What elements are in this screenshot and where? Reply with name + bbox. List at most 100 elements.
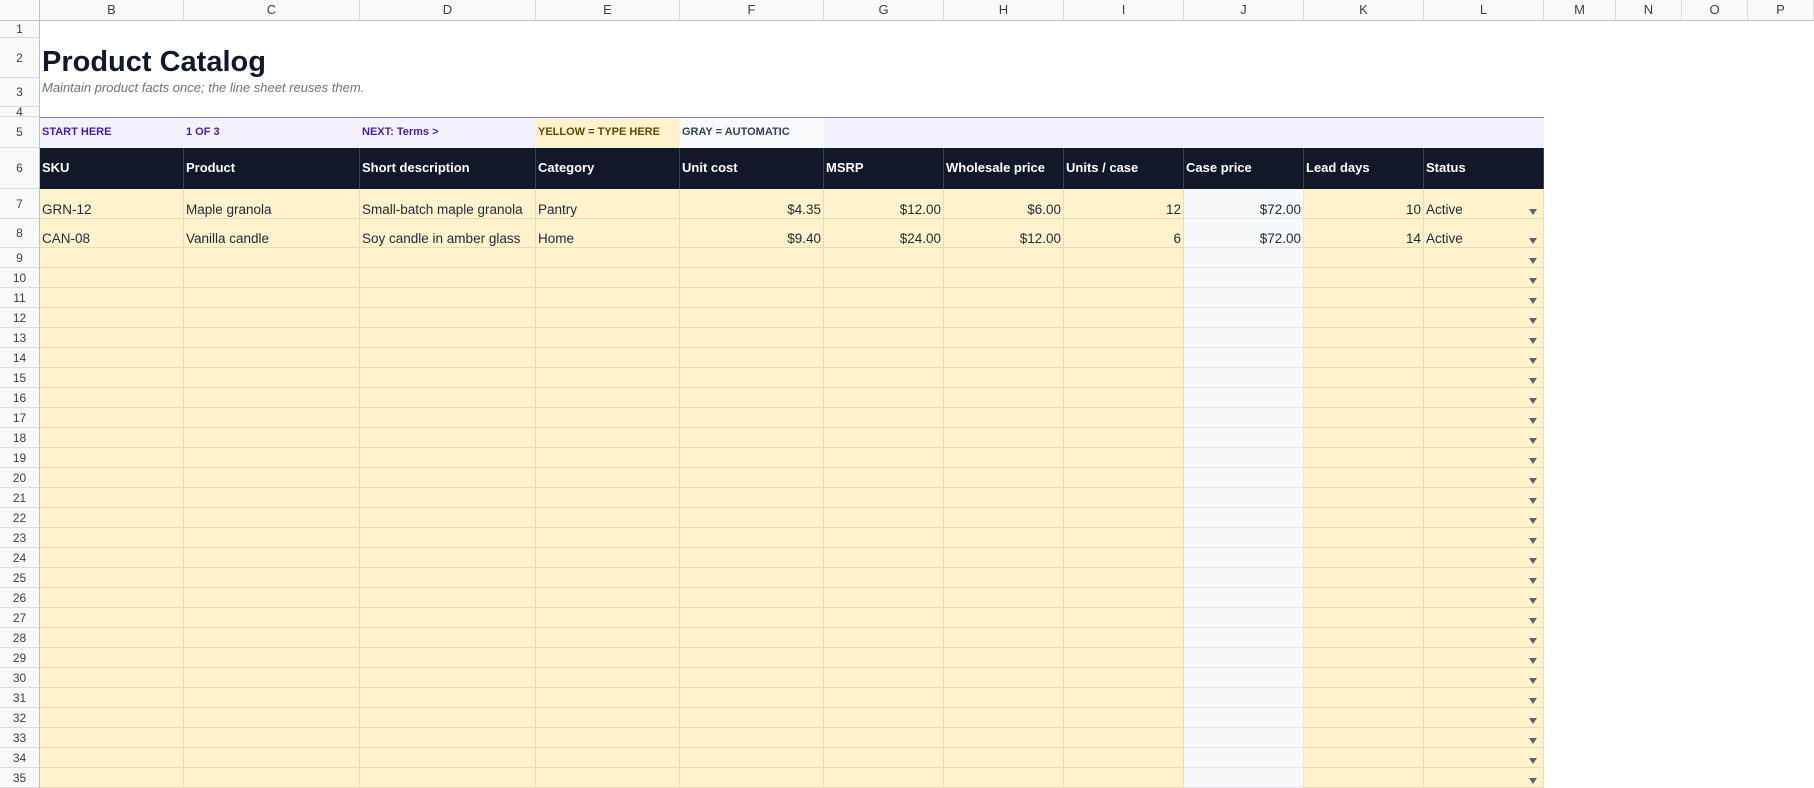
status-dropdown-arrow-icon[interactable] [1529,598,1537,604]
cell-unit-cost-row-32[interactable] [680,708,824,728]
cell-status-row-8[interactable]: Active [1424,219,1544,248]
column-header-d[interactable]: D [360,0,536,21]
cell-status-row-18[interactable] [1424,428,1544,448]
cell-product-row-32[interactable] [184,708,360,728]
cell-product-row-19[interactable] [184,448,360,468]
cell-wholesale-price-row-11[interactable] [944,288,1064,308]
status-dropdown-arrow-icon[interactable] [1529,538,1537,544]
cell-sku-row-9[interactable] [40,248,184,268]
cell-units-per-case-row-29[interactable] [1064,648,1184,668]
cell-msrp-row-29[interactable] [824,648,944,668]
cell-sku-row-8[interactable]: CAN-08 [40,219,184,248]
cell-unit-cost-row-30[interactable] [680,668,824,688]
cell-msrp-row-30[interactable] [824,668,944,688]
cell-wholesale-price-row-33[interactable] [944,728,1064,748]
cell-lead-days-row-7[interactable]: 10 [1304,189,1424,219]
status-dropdown-arrow-icon[interactable] [1529,618,1537,624]
cell-wholesale-price-row-23[interactable] [944,528,1064,548]
cell-product-row-23[interactable] [184,528,360,548]
cell-category-row-28[interactable] [536,628,680,648]
cell-wholesale-price-row-25[interactable] [944,568,1064,588]
cell-units-per-case-row-18[interactable] [1064,428,1184,448]
cell-wholesale-price-row-30[interactable] [944,668,1064,688]
cell-product-row-16[interactable] [184,388,360,408]
cell-category-row-33[interactable] [536,728,680,748]
cell-sku-row-17[interactable] [40,408,184,428]
cell-category-row-13[interactable] [536,328,680,348]
cell-status-row-17[interactable] [1424,408,1544,428]
cell-unit-cost-row-26[interactable] [680,588,824,608]
cell-units-per-case-row-22[interactable] [1064,508,1184,528]
cell-lead-days-row-25[interactable] [1304,568,1424,588]
cell-unit-cost-row-14[interactable] [680,348,824,368]
cell-unit-cost-row-28[interactable] [680,628,824,648]
cell-category-row-15[interactable] [536,368,680,388]
cell-msrp-row-34[interactable] [824,748,944,768]
column-header-f[interactable]: F [680,0,824,21]
cell-unit-cost-row-7[interactable]: $4.35 [680,189,824,219]
cell-units-per-case-row-31[interactable] [1064,688,1184,708]
cell-lead-days-row-13[interactable] [1304,328,1424,348]
status-dropdown-arrow-icon[interactable] [1529,478,1537,484]
cell-status-row-21[interactable] [1424,488,1544,508]
column-header-k[interactable]: K [1304,0,1424,21]
cell-sku-row-25[interactable] [40,568,184,588]
cell-lead-days-row-29[interactable] [1304,648,1424,668]
cell-product-row-17[interactable] [184,408,360,428]
cell-lead-days-row-12[interactable] [1304,308,1424,328]
cell-unit-cost-row-11[interactable] [680,288,824,308]
cell-wholesale-price-row-21[interactable] [944,488,1064,508]
cell-unit-cost-row-9[interactable] [680,248,824,268]
cell-short-description-row-8[interactable]: Soy candle in amber glass [360,219,536,248]
cell-product-row-21[interactable] [184,488,360,508]
cell-category-row-20[interactable] [536,468,680,488]
cell-status-row-25[interactable] [1424,568,1544,588]
cell-wholesale-price-row-20[interactable] [944,468,1064,488]
cell-status-row-14[interactable] [1424,348,1544,368]
cell-status-row-22[interactable] [1424,508,1544,528]
column-header-g[interactable]: G [824,0,944,21]
cell-unit-cost-row-31[interactable] [680,688,824,708]
cell-msrp-row-14[interactable] [824,348,944,368]
cell-lead-days-row-16[interactable] [1304,388,1424,408]
column-header-p[interactable]: P [1748,0,1814,21]
cell-unit-cost-row-25[interactable] [680,568,824,588]
cell-msrp-row-26[interactable] [824,588,944,608]
cell-short-description-row-25[interactable] [360,568,536,588]
cell-wholesale-price-row-17[interactable] [944,408,1064,428]
cell-msrp-row-8[interactable]: $24.00 [824,219,944,248]
cell-units-per-case-row-27[interactable] [1064,608,1184,628]
row-header-28[interactable]: 28 [0,628,40,648]
cell-wholesale-price-row-10[interactable] [944,268,1064,288]
column-header-j[interactable]: J [1184,0,1304,21]
cell-product-row-22[interactable] [184,508,360,528]
cell-wholesale-price-row-12[interactable] [944,308,1064,328]
column-header-e[interactable]: E [536,0,680,21]
cell-category-row-7[interactable]: Pantry [536,189,680,219]
cell-msrp-row-22[interactable] [824,508,944,528]
cell-lead-days-row-15[interactable] [1304,368,1424,388]
cell-sku-row-19[interactable] [40,448,184,468]
cell-short-description-row-33[interactable] [360,728,536,748]
cell-short-description-row-31[interactable] [360,688,536,708]
cell-product-row-9[interactable] [184,248,360,268]
cell-category-row-18[interactable] [536,428,680,448]
cell-lead-days-row-24[interactable] [1304,548,1424,568]
cell-status-row-30[interactable] [1424,668,1544,688]
status-dropdown-arrow-icon[interactable] [1529,438,1537,444]
row-header-5[interactable]: 5 [0,117,40,148]
cell-product-row-27[interactable] [184,608,360,628]
cell-status-row-24[interactable] [1424,548,1544,568]
cell-short-description-row-11[interactable] [360,288,536,308]
row-header-29[interactable]: 29 [0,648,40,668]
cell-unit-cost-row-10[interactable] [680,268,824,288]
cell-unit-cost-row-24[interactable] [680,548,824,568]
row-header-24[interactable]: 24 [0,548,40,568]
row-header-7[interactable]: 7 [0,189,40,219]
cell-wholesale-price-row-34[interactable] [944,748,1064,768]
cell-msrp-row-20[interactable] [824,468,944,488]
status-dropdown-arrow-icon[interactable] [1529,209,1537,215]
cell-msrp-row-18[interactable] [824,428,944,448]
status-dropdown-arrow-icon[interactable] [1529,498,1537,504]
cell-wholesale-price-row-8[interactable]: $12.00 [944,219,1064,248]
